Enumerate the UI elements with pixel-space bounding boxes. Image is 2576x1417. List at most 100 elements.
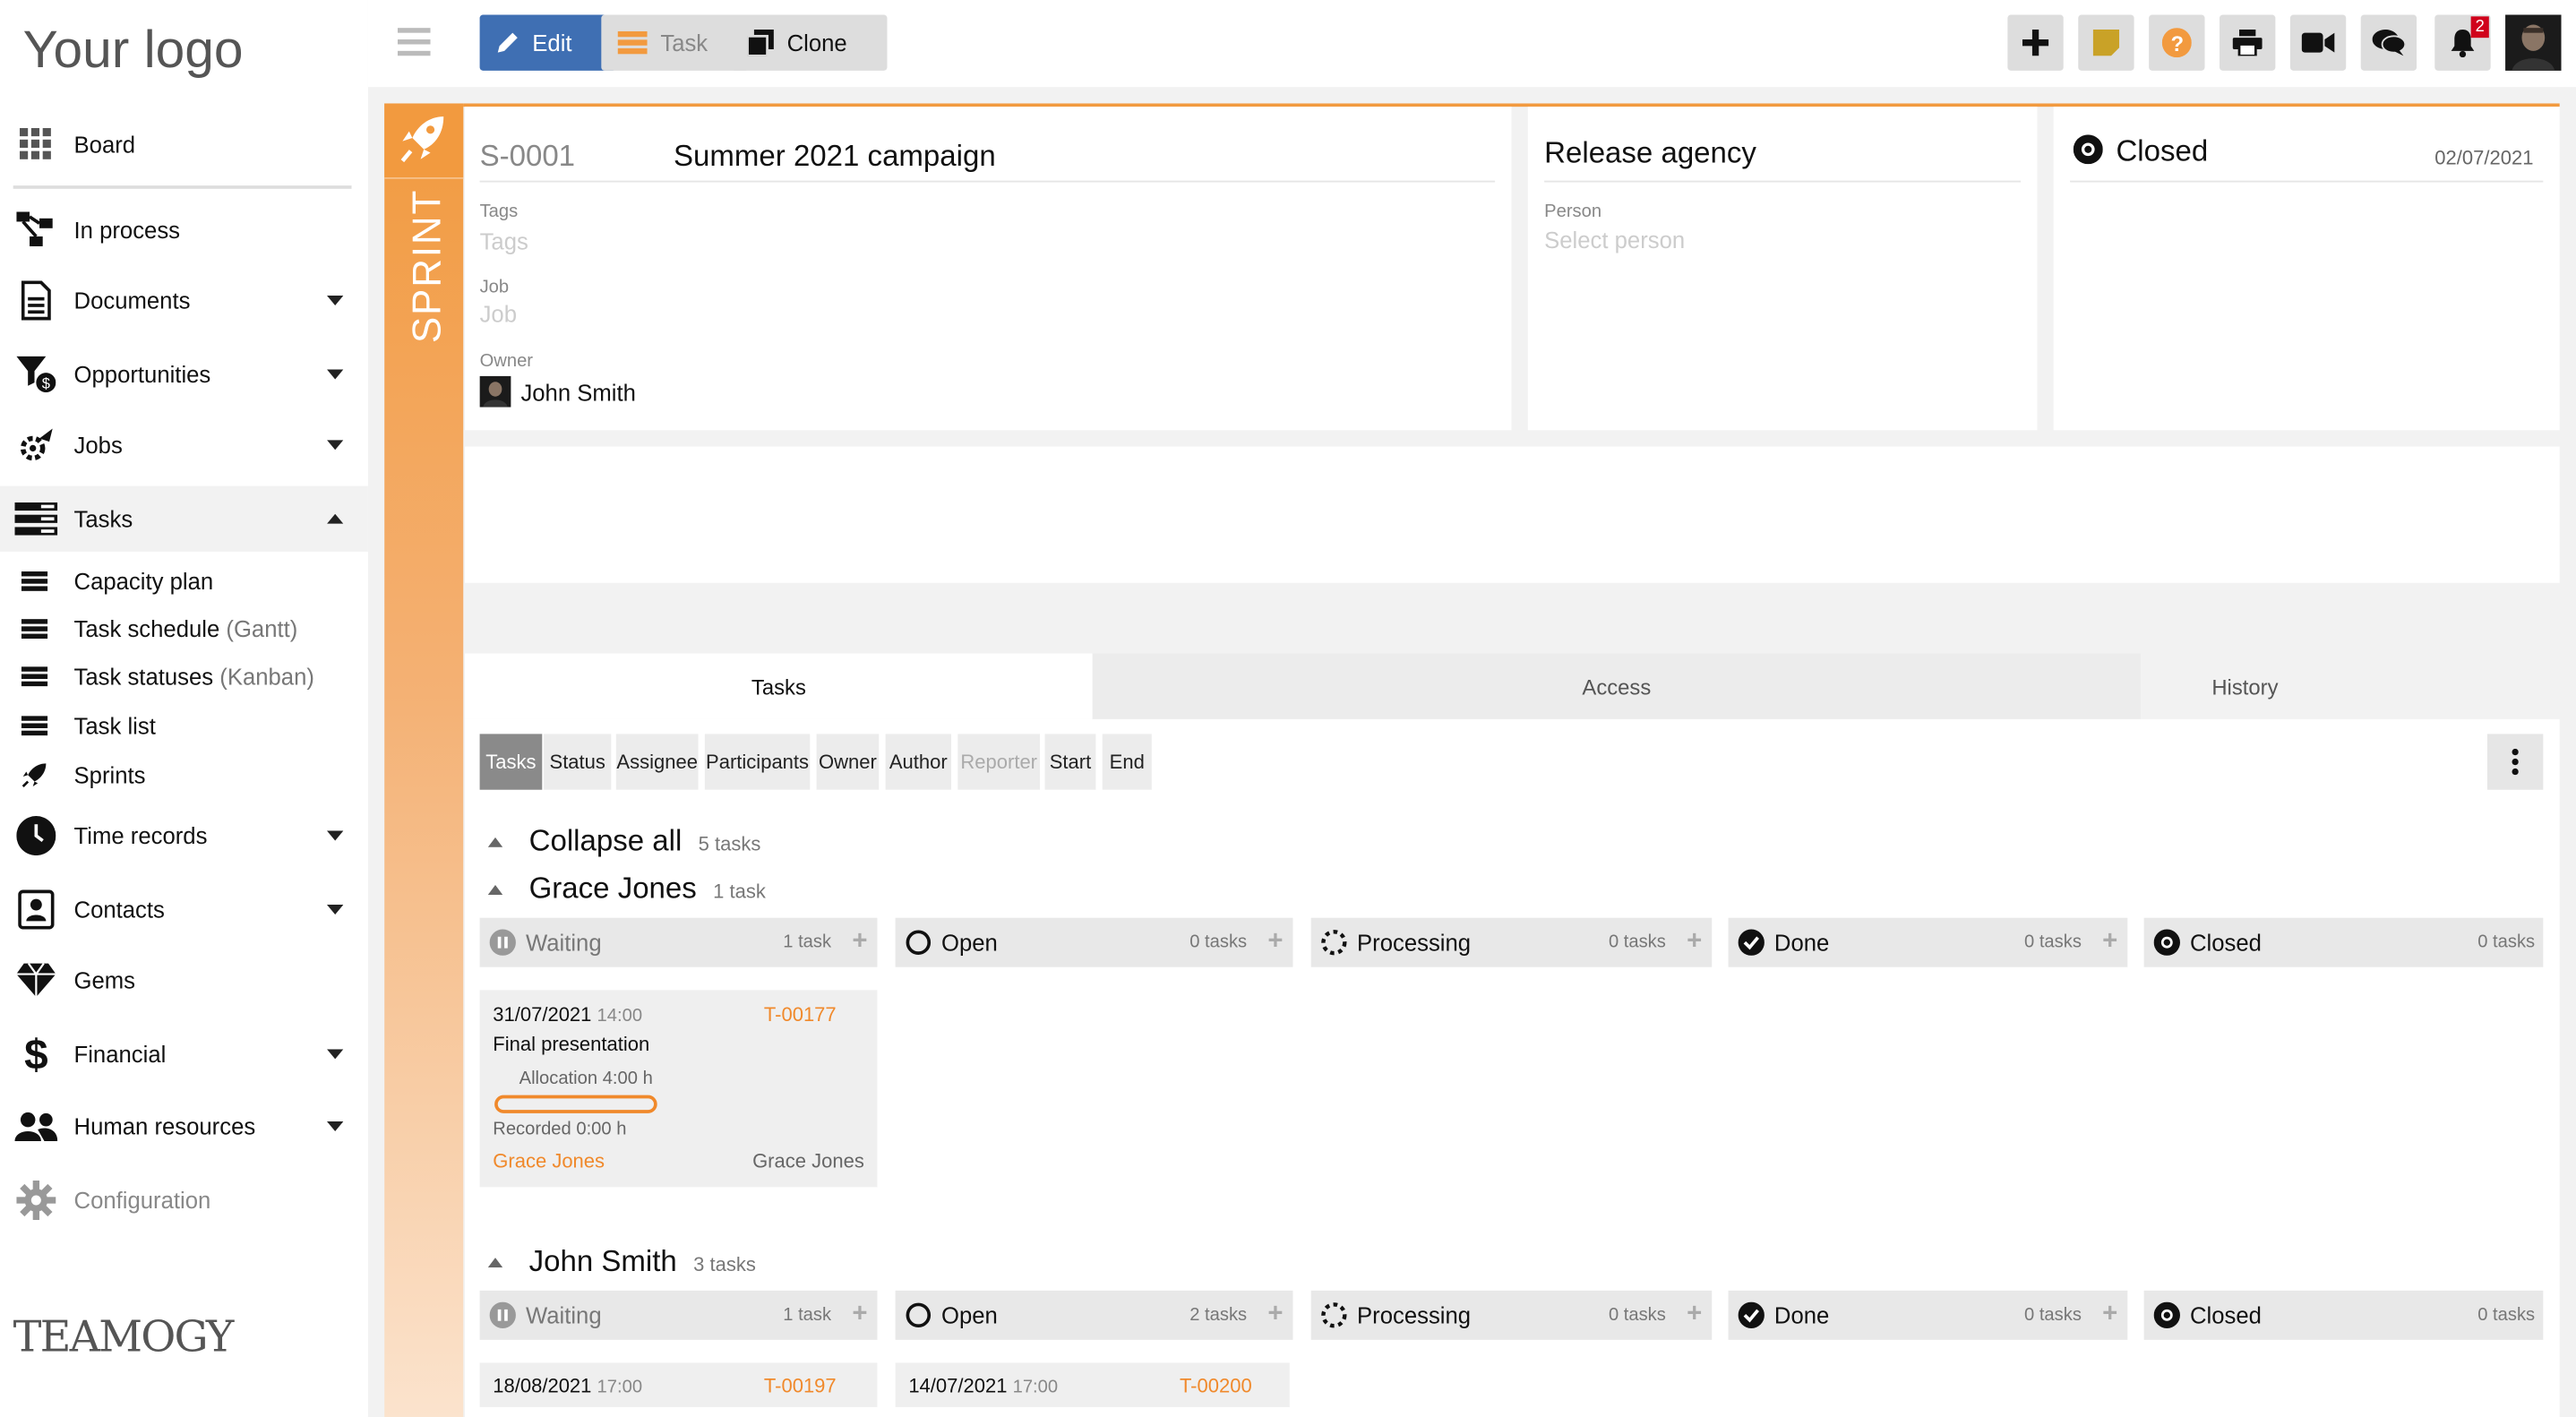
sidebar-item-tasks[interactable]: Tasks [0, 485, 368, 552]
description-area[interactable] [465, 446, 2560, 583]
sidebar-item-in-process[interactable]: In process [0, 197, 368, 262]
column-processing: Processing 0 tasks + [1310, 1290, 1713, 1340]
task-owner[interactable]: Grace Jones [752, 1149, 864, 1172]
add-button[interactable] [2007, 14, 2064, 71]
crumb-status[interactable]: Status [544, 734, 612, 790]
sidebar-item-financial[interactable]: $ Financial [0, 1021, 368, 1086]
sidebar-subitem-task-list[interactable]: Task list [0, 703, 368, 749]
print-button[interactable] [2220, 14, 2276, 71]
person-select[interactable]: Select person [1544, 227, 1685, 253]
crumb-tasks[interactable]: Tasks [479, 734, 543, 790]
funnel-dollar-icon: $ [15, 353, 58, 396]
task-card[interactable]: 14/07/2021 17:00 T-00200 [895, 1362, 1290, 1407]
crumb-participants[interactable]: Participants [704, 734, 811, 790]
group-header-grace-jones[interactable]: Grace Jones 1 task [487, 872, 766, 906]
done-check-icon [1738, 929, 1765, 956]
release-agency-card: Release agency Person Select person [1527, 107, 2038, 431]
subitem-suffix: (Gantt) [226, 615, 298, 642]
column-closed: Closed 0 tasks [2143, 1290, 2544, 1340]
add-task-plus-icon[interactable]: + [1687, 928, 1702, 958]
add-task-plus-icon[interactable]: + [1267, 928, 1283, 958]
task-card[interactable]: 18/08/2021 17:00 T-00197 [479, 1362, 878, 1407]
sidebar-item-board[interactable]: Board [0, 112, 368, 177]
more-options-button[interactable] [2486, 734, 2544, 790]
clock-icon [15, 814, 58, 857]
tasks-stack-icon [20, 711, 49, 741]
group-count: 3 tasks [693, 1252, 756, 1276]
job-label: Job [479, 277, 510, 297]
sidebar-item-configuration[interactable]: Configuration [0, 1167, 368, 1232]
sprint-name[interactable]: Summer 2021 campaign [674, 140, 996, 174]
sidebar-subitem-task-statuses[interactable]: Task statuses (Kanban) [0, 654, 368, 700]
hamburger-menu-icon[interactable] [397, 26, 431, 56]
tags-field[interactable]: Tags [480, 228, 528, 254]
crumb-author[interactable]: Author [885, 734, 952, 790]
sticky-note-button[interactable] [2078, 14, 2134, 71]
sidebar-item-gems[interactable]: Gems [0, 948, 368, 1013]
task-card[interactable]: 31/07/2021 14:00 T-00177 Final presentat… [479, 990, 878, 1188]
divider [13, 185, 352, 189]
sidebar-item-contacts[interactable]: Contacts [0, 877, 368, 942]
add-task-plus-icon[interactable]: + [852, 1301, 867, 1330]
column-closed: Closed 0 tasks [2143, 917, 2544, 967]
sidebar-item-documents[interactable]: Documents [0, 268, 368, 333]
notifications-button[interactable]: 2 [2434, 14, 2491, 71]
status-date: 02/07/2021 [2434, 146, 2534, 169]
group-name: John Smith [528, 1244, 677, 1278]
task-id[interactable]: T-00200 [1180, 1374, 1252, 1397]
task-label: Task [660, 29, 708, 56]
allocation-progress-bar [494, 1095, 657, 1113]
collapse-all-header[interactable]: Collapse all 5 tasks [487, 824, 760, 858]
new-task-button[interactable]: Task [601, 14, 750, 71]
crumb-start[interactable]: Start [1044, 734, 1096, 790]
sidebar-item-jobs[interactable]: Jobs [0, 412, 368, 477]
crumb-owner[interactable]: Owner [816, 734, 880, 790]
column-count: 0 tasks [2477, 1305, 2536, 1326]
tab-tasks[interactable]: Tasks [465, 653, 1093, 719]
group-count: 1 task [713, 880, 766, 904]
sidebar-subitem-capacity-plan[interactable]: Capacity plan [0, 558, 368, 604]
sidebar-subitem-sprints[interactable]: Sprints [0, 752, 368, 798]
job-field[interactable]: Job [480, 300, 517, 326]
chat-button[interactable] [2360, 14, 2417, 71]
clone-button[interactable]: Clone [731, 14, 888, 71]
column-name: Closed [2189, 1301, 2262, 1328]
add-task-plus-icon[interactable]: + [1687, 1301, 1702, 1330]
help-button[interactable]: ? [2149, 14, 2205, 71]
video-button[interactable] [2289, 14, 2347, 71]
column-name: Open [940, 1301, 998, 1328]
crumb-end[interactable]: End [1102, 734, 1152, 790]
add-task-plus-icon[interactable]: + [2102, 928, 2117, 958]
user-avatar[interactable] [2505, 14, 2562, 71]
status-value[interactable]: Closed [2116, 134, 2208, 168]
task-title[interactable]: Final presentation [493, 1033, 649, 1056]
teamogy-logo: TEAMOGY [13, 1313, 235, 1363]
chevron-down-icon [327, 295, 344, 305]
add-task-plus-icon[interactable]: + [2102, 1301, 2117, 1330]
svg-text:?: ? [2171, 32, 2185, 56]
add-task-plus-icon[interactable]: + [852, 928, 867, 958]
add-task-plus-icon[interactable]: + [1267, 1301, 1283, 1330]
owner-name[interactable]: John Smith [520, 379, 635, 405]
gear-icon [15, 1179, 58, 1222]
subitem-label: Task list [73, 712, 156, 739]
tab-history[interactable]: History [1930, 654, 2559, 719]
crumb-assignee[interactable]: Assignee [615, 734, 699, 790]
pencil-icon [497, 32, 518, 53]
task-id[interactable]: T-00197 [764, 1374, 837, 1397]
task-id[interactable]: T-00177 [764, 1003, 837, 1026]
closed-status-icon [2153, 1301, 2180, 1328]
sidebar-item-opportunities[interactable]: $ Opportunities [0, 341, 368, 407]
task-assignee[interactable]: Grace Jones [493, 1149, 605, 1172]
process-flow-icon [15, 209, 58, 252]
sidebar-item-time-records[interactable]: Time records [0, 803, 368, 868]
sidebar-subitem-task-schedule[interactable]: Task schedule (Gantt) [0, 605, 368, 651]
crumb-reporter[interactable]: Reporter [957, 734, 1041, 790]
group-header-john-smith[interactable]: John Smith 3 tasks [487, 1244, 756, 1278]
tasks-stack-icon [14, 497, 58, 540]
document-icon [15, 279, 58, 322]
column-count: 0 tasks [1608, 932, 1666, 953]
sidebar-item-human-resources[interactable]: Human resources [0, 1094, 368, 1159]
sidebar-item-label: Contacts [73, 896, 165, 923]
edit-button[interactable]: Edit [479, 14, 616, 71]
